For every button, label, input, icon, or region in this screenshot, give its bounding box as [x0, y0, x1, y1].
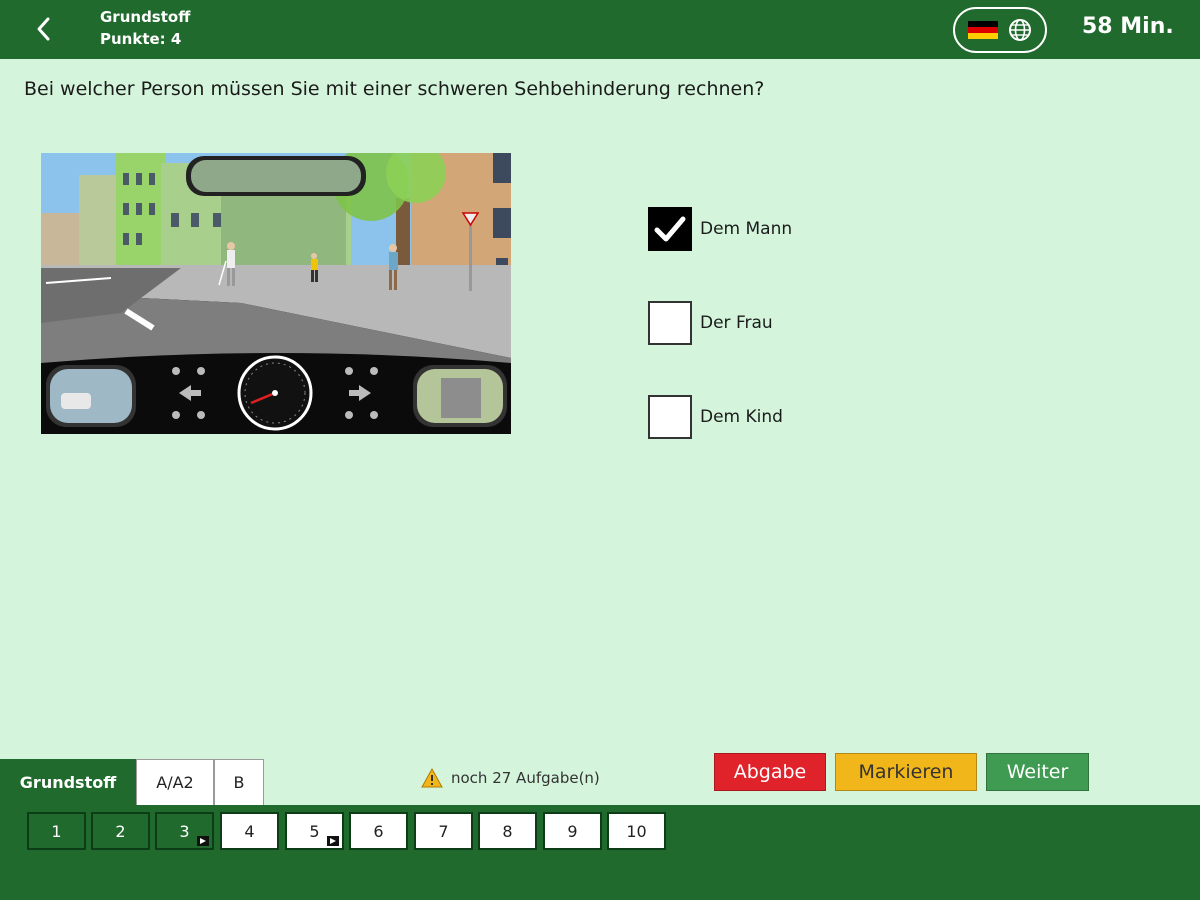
- question-image: [41, 153, 511, 434]
- remaining-info: noch 27 Aufgabe(n): [421, 768, 600, 788]
- tab-b[interactable]: B: [214, 759, 264, 805]
- header-info: Grundstoff Punkte: 4: [100, 6, 190, 50]
- question-number-label: 5: [309, 821, 320, 841]
- question-number-label: 7: [438, 821, 449, 841]
- tab-grundstoff[interactable]: Grundstoff: [0, 759, 136, 805]
- play-marker-icon: [327, 836, 339, 846]
- question-number-3[interactable]: 3: [155, 812, 214, 850]
- warning-icon: [421, 768, 443, 788]
- answer-checkbox-2[interactable]: [648, 301, 692, 345]
- question-number-5[interactable]: 5: [285, 812, 344, 850]
- answer-option-2[interactable]: Der Frau: [648, 301, 773, 345]
- question-number-6[interactable]: 6: [349, 812, 408, 850]
- language-selector[interactable]: [953, 7, 1047, 53]
- german-flag-icon: [968, 21, 998, 39]
- timer: 58 Min.: [1082, 14, 1174, 39]
- mark-button[interactable]: Markieren: [835, 753, 977, 791]
- answer-checkbox-3[interactable]: [648, 395, 692, 439]
- checkmark-icon: [654, 216, 686, 242]
- answer-option-3[interactable]: Dem Kind: [648, 395, 783, 439]
- top-bar: Grundstoff Punkte: 4 58 Min.: [0, 0, 1200, 59]
- question-number-label: 4: [244, 821, 255, 841]
- answer-label-3: Dem Kind: [700, 407, 783, 427]
- question-number-label: 9: [567, 821, 578, 841]
- question-number-label: 1: [51, 821, 62, 841]
- category-tabs: Grundstoff A/A2 B: [0, 759, 264, 805]
- answer-option-1[interactable]: Dem Mann: [648, 207, 792, 251]
- question-number-label: 6: [373, 821, 384, 841]
- question-number-1[interactable]: 1: [27, 812, 86, 850]
- play-marker-icon: [197, 836, 209, 846]
- next-button[interactable]: Weiter: [986, 753, 1089, 791]
- question-number-2[interactable]: 2: [91, 812, 150, 850]
- remaining-text: noch 27 Aufgabe(n): [451, 769, 600, 787]
- chevron-left-icon: [37, 17, 50, 41]
- question-number-9[interactable]: 9: [543, 812, 602, 850]
- question-number-8[interactable]: 8: [478, 812, 537, 850]
- answer-checkbox-1[interactable]: [648, 207, 692, 251]
- tab-a-a2[interactable]: A/A2: [136, 759, 214, 805]
- question-text: Bei welcher Person müssen Sie mit einer …: [24, 78, 765, 100]
- question-number-label: 3: [179, 821, 190, 841]
- question-number-label: 10: [626, 821, 647, 841]
- submit-button[interactable]: Abgabe: [714, 753, 826, 791]
- question-number-4[interactable]: 4: [220, 812, 279, 850]
- globe-icon: [1009, 19, 1031, 41]
- back-button[interactable]: [28, 14, 58, 44]
- question-number-10[interactable]: 10: [607, 812, 666, 850]
- question-number-7[interactable]: 7: [414, 812, 473, 850]
- question-number-label: 8: [502, 821, 513, 841]
- points-label: Punkte: 4: [100, 30, 182, 48]
- question-number-label: 2: [115, 821, 126, 841]
- category-title: Grundstoff: [100, 8, 191, 26]
- answer-label-1: Dem Mann: [700, 219, 793, 239]
- answer-label-2: Der Frau: [700, 313, 773, 333]
